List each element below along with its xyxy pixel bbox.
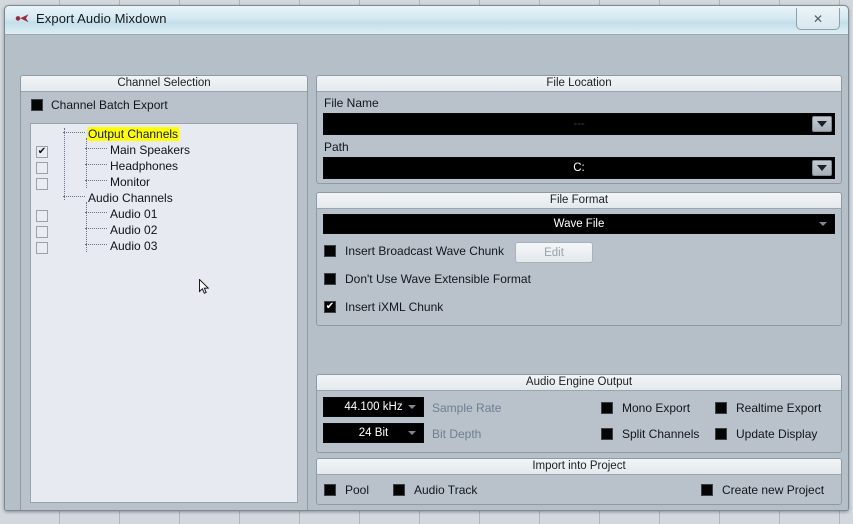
update-display-checkbox[interactable]: ✔ xyxy=(715,428,727,440)
audio-engine-output-panel: Audio Engine Output 44.100 kHz Sample Ra… xyxy=(316,374,842,453)
mono-export-label: Mono Export xyxy=(622,401,691,415)
sample-rate-value: 44.100 kHz xyxy=(344,401,403,413)
file-name-input[interactable]: --- xyxy=(323,113,835,135)
channel-tree-checkbox-column: ✔ ✔ ✔ ✔ ✔ ✔ ✔ ✔ xyxy=(36,130,52,258)
create-new-project-row[interactable]: ✔ Create new Project xyxy=(701,483,824,497)
insert-broadcast-wave-chunk-row[interactable]: ✔ Insert Broadcast Wave Chunk xyxy=(324,244,504,258)
edit-broadcast-wave-chunk-button[interactable]: Edit xyxy=(515,242,593,263)
tree-item-audio-01[interactable]: Audio 01 xyxy=(59,206,295,222)
dialog-body: Channel Selection ✔ Channel Batch Export… xyxy=(5,35,848,510)
tree-dot-connector xyxy=(63,132,85,134)
tree-checkbox-monitor[interactable]: ✔ xyxy=(36,178,48,190)
edit-button-label: Edit xyxy=(544,246,564,259)
tree-checkbox-main-speakers[interactable]: ✔ xyxy=(36,146,48,158)
update-display-label: Update Display xyxy=(736,427,818,441)
file-format-value: Wave File xyxy=(553,218,605,230)
channel-batch-export-row[interactable]: ✔ Channel Batch Export xyxy=(31,98,168,112)
path-value: C: xyxy=(573,162,585,174)
channel-tree-rows: Output Channels Main Speakers Headphones… xyxy=(59,126,295,254)
insert-broadcast-wave-chunk-checkbox[interactable]: ✔ xyxy=(324,245,336,257)
realtime-export-checkbox[interactable]: ✔ xyxy=(715,402,727,414)
chevron-down-icon xyxy=(817,165,827,171)
insert-broadcast-wave-chunk-label: Insert Broadcast Wave Chunk xyxy=(345,244,504,258)
tree-item-main-speakers[interactable]: Main Speakers xyxy=(59,142,295,158)
channel-batch-export-checkbox[interactable]: ✔ xyxy=(31,99,43,111)
file-location-panel: File Location File Name --- Path C: xyxy=(316,75,842,184)
channel-selection-panel: Channel Selection ✔ Channel Batch Export… xyxy=(20,75,308,510)
chevron-down-icon xyxy=(819,222,827,226)
tree-checkbox-audio-01[interactable]: ✔ xyxy=(36,210,48,222)
channel-batch-export-label: Channel Batch Export xyxy=(51,98,168,112)
insert-ixml-chunk-label: Insert iXML Chunk xyxy=(345,300,444,314)
export-audio-mixdown-dialog: Export Audio Mixdown ✕ Channel Selection… xyxy=(4,5,849,511)
insert-ixml-chunk-row[interactable]: ✔ Insert iXML Chunk xyxy=(324,300,443,314)
import-audio-track-checkbox[interactable]: ✔ xyxy=(393,484,405,496)
split-channels-checkbox[interactable]: ✔ xyxy=(601,428,613,440)
mono-export-checkbox[interactable]: ✔ xyxy=(601,402,613,414)
tree-item-monitor[interactable]: Monitor xyxy=(59,174,295,190)
file-format-combo[interactable]: Wave File xyxy=(323,214,835,234)
tree-checkbox-audio-02[interactable]: ✔ xyxy=(36,226,48,238)
path-dropdown-button[interactable] xyxy=(812,160,832,176)
create-new-project-label: Create new Project xyxy=(722,483,825,497)
sample-rate-combo[interactable]: 44.100 kHz xyxy=(323,397,424,417)
title-bar: Export Audio Mixdown ✕ xyxy=(5,6,848,35)
create-new-project-checkbox[interactable]: ✔ xyxy=(701,484,713,496)
chevron-down-icon xyxy=(817,121,827,127)
file-format-title: File Format xyxy=(317,193,841,209)
tree-dot-connector xyxy=(85,164,107,166)
file-name-value: --- xyxy=(573,118,585,130)
dont-use-wave-extensible-format-label: Don't Use Wave Extensible Format xyxy=(345,272,531,286)
tree-item-audio-03[interactable]: Audio 03 xyxy=(59,238,295,254)
tree-dot-connector xyxy=(85,228,107,230)
path-label: Path xyxy=(324,140,349,154)
tree-item-headphones[interactable]: Headphones xyxy=(59,158,295,174)
bit-depth-label: Bit Depth xyxy=(432,427,482,441)
dont-use-wave-extensible-format-row[interactable]: ✔ Don't Use Wave Extensible Format xyxy=(324,272,531,286)
tree-dot-connector xyxy=(63,196,85,198)
split-channels-label: Split Channels xyxy=(622,427,700,441)
split-channels-row[interactable]: ✔ Split Channels xyxy=(601,427,699,441)
tree-checkbox-headphones[interactable]: ✔ xyxy=(36,162,48,174)
tree-item-audio-channels[interactable]: Audio Channels xyxy=(59,190,295,206)
mono-export-row[interactable]: ✔ Mono Export xyxy=(601,401,690,415)
steinberg-logo-icon xyxy=(15,13,30,27)
import-pool-checkbox[interactable]: ✔ xyxy=(324,484,336,496)
mouse-cursor-icon xyxy=(199,278,210,300)
import-pool-row[interactable]: ✔ Pool xyxy=(324,483,369,497)
file-location-title: File Location xyxy=(317,76,841,92)
import-into-project-title: Import into Project xyxy=(317,459,841,475)
bit-depth-combo[interactable]: 24 Bit xyxy=(323,423,424,443)
realtime-export-row[interactable]: ✔ Realtime Export xyxy=(715,401,821,415)
import-audio-track-label: Audio Track xyxy=(414,483,478,497)
sample-rate-label: Sample Rate xyxy=(432,401,502,415)
tree-checkbox-audio-03[interactable]: ✔ xyxy=(36,242,48,254)
realtime-export-label: Realtime Export xyxy=(736,401,822,415)
import-audio-track-row[interactable]: ✔ Audio Track xyxy=(393,483,477,497)
file-format-panel: File Format Wave File ✔ Insert Broadcast… xyxy=(316,192,842,326)
import-into-project-panel: Import into Project ✔ Pool ✔ Audio Track… xyxy=(316,458,842,505)
path-input[interactable]: C: xyxy=(323,157,835,179)
tree-dot-connector xyxy=(85,212,107,214)
close-icon: ✕ xyxy=(812,11,824,26)
file-name-label: File Name xyxy=(324,96,379,110)
tree-item-output-channels[interactable]: Output Channels xyxy=(59,126,295,142)
tree-dot-connector xyxy=(85,244,107,246)
insert-ixml-chunk-checkbox[interactable]: ✔ xyxy=(324,301,336,313)
import-pool-label: Pool xyxy=(345,483,370,497)
page-title: Export Audio Mixdown xyxy=(36,11,167,26)
channel-tree[interactable]: ✔ ✔ ✔ ✔ ✔ ✔ ✔ ✔ Output Channels Main Spe… xyxy=(30,123,298,503)
dont-use-wave-extensible-format-checkbox[interactable]: ✔ xyxy=(324,273,336,285)
chevron-down-icon xyxy=(408,405,416,409)
audio-engine-output-title: Audio Engine Output xyxy=(317,375,841,391)
tree-item-audio-02[interactable]: Audio 02 xyxy=(59,222,295,238)
chevron-down-icon xyxy=(408,431,416,435)
tree-dot-connector xyxy=(85,180,107,182)
channel-selection-title: Channel Selection xyxy=(21,76,307,92)
file-name-dropdown-button[interactable] xyxy=(812,116,832,132)
bit-depth-value: 24 Bit xyxy=(358,427,389,439)
close-window-button[interactable]: ✕ xyxy=(796,8,840,30)
tree-dot-connector xyxy=(85,148,107,150)
update-display-row[interactable]: ✔ Update Display xyxy=(715,427,817,441)
